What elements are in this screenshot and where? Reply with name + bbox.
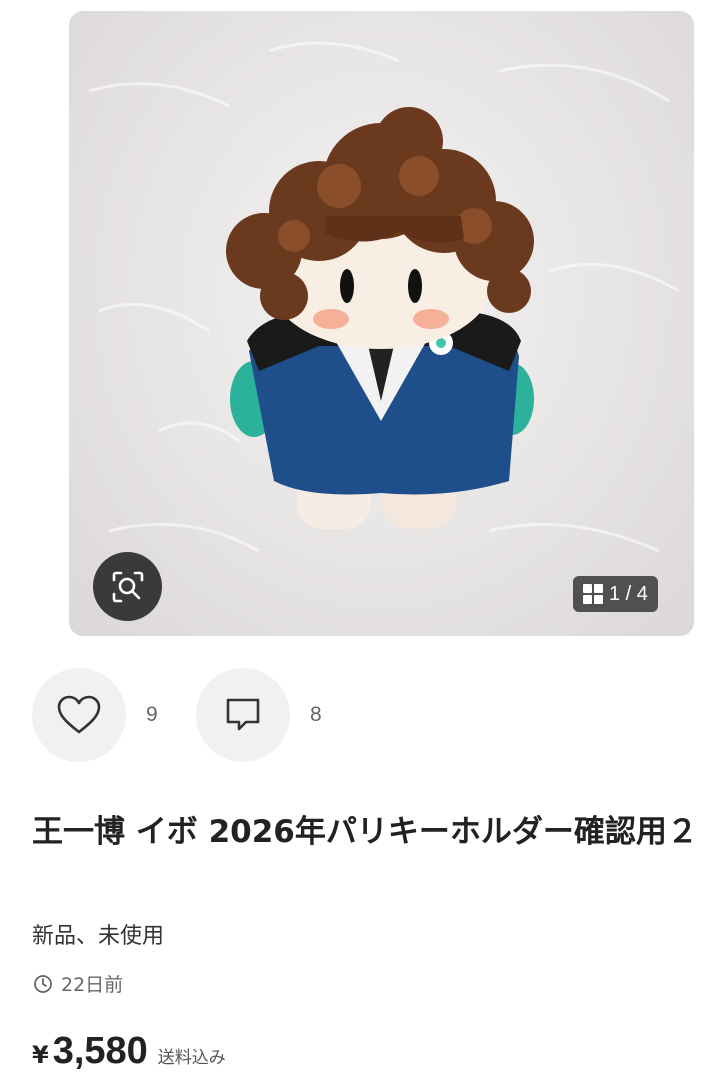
image-counter[interactable]: 1 / 4 [573,576,658,612]
posted-time: 22日前 [33,970,123,997]
product-image[interactable]: 1 / 4 [69,11,694,636]
zoom-button[interactable] [93,552,162,621]
search-zoom-icon [112,571,143,602]
product-condition: 新品、未使用 [32,924,165,949]
shipping-note: 送料込み [157,1048,226,1068]
product-title: 王一博 イボ 2026年パリキーホルダー確認用２ [32,814,698,850]
currency-symbol: ¥ [32,1041,49,1069]
grid-icon [583,584,603,604]
like-count: 9 [146,703,158,726]
comment-button[interactable] [196,668,290,762]
price-amount: 3,580 [52,1030,148,1072]
comment-count: 8 [310,703,322,726]
posted-time-text: 22日前 [61,974,124,996]
image-counter-text: 1 / 4 [609,582,648,605]
engagement-bar: 9 8 [32,668,352,762]
crochet-doll-illustration [88,41,680,553]
clock-icon [34,974,52,993]
comment-icon [226,698,260,731]
product-price: ¥ 3,580 送料込み [32,1030,226,1073]
like-button[interactable] [32,668,126,762]
heart-icon [57,695,101,734]
